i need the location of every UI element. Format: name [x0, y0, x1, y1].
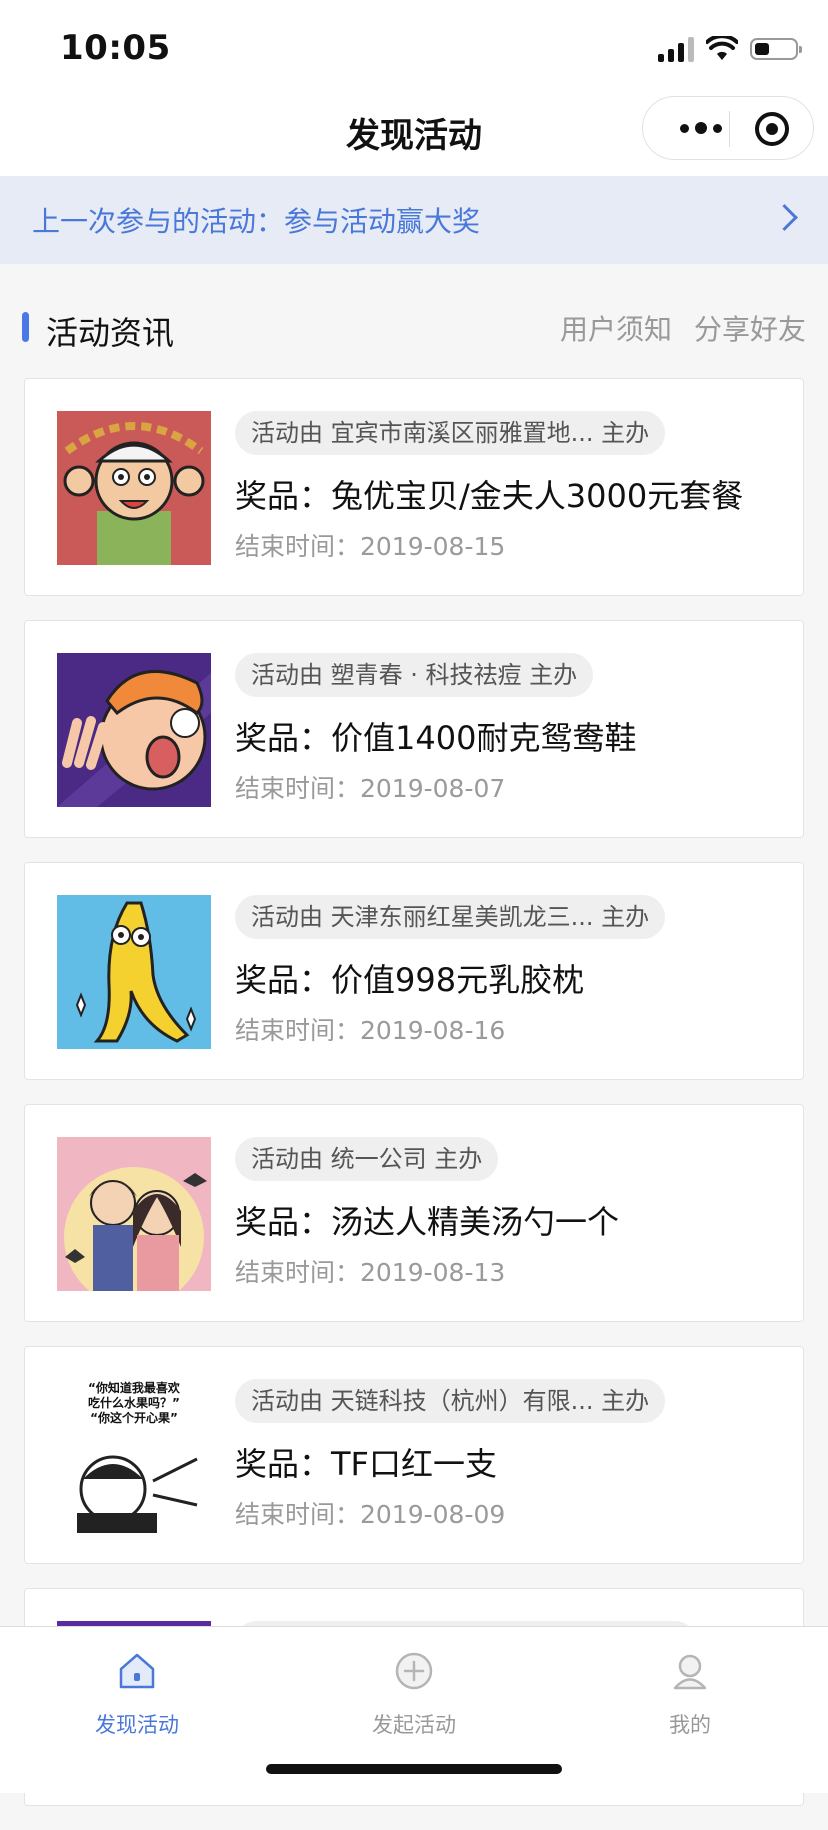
miniprogram-capsule: [642, 96, 814, 160]
activity-thumbnail: [57, 653, 211, 807]
activity-prize: 奖品：TF口红一支: [235, 1445, 497, 1483]
home-icon: [119, 1653, 155, 1689]
activity-thumbnail: “你知道我最喜欢 吃什么水果吗？” “你这个开心果”: [57, 1379, 211, 1533]
activity-card[interactable]: “你知道我最喜欢 吃什么水果吗？” “你这个开心果” 活动由 天链科技（杭州）有…: [24, 1346, 804, 1564]
activity-card[interactable]: 活动由 天津东丽红星美凯龙三... 主办 奖品：价值998元乳胶枕 结束时间：2…: [24, 862, 804, 1080]
last-activity-text: 上一次参与的活动：参与活动赢大奖: [32, 205, 481, 238]
tab-create[interactable]: 发起活动: [314, 1637, 514, 1747]
activity-host: 活动由 天链科技（杭州）有限... 主办: [235, 1379, 666, 1423]
activity-end-time: 结束时间：2019-08-16: [235, 1016, 506, 1045]
status-bar: 10:05: [0, 0, 828, 94]
activity-end-time: 结束时间：2019-08-09: [235, 1500, 506, 1529]
activity-prize: 奖品：价值998元乳胶枕: [235, 961, 585, 999]
activity-host: 活动由 塑青春 · 科技祛痘 主办: [235, 653, 594, 697]
home-indicator: [266, 1764, 562, 1774]
chevron-right-icon: [771, 204, 798, 231]
activity-host: 活动由 天津东丽红星美凯龙三... 主办: [235, 895, 666, 939]
tab-discover[interactable]: 发现活动: [37, 1637, 237, 1747]
share-friends-link[interactable]: 分享好友: [694, 308, 806, 348]
tab-label: 我的: [669, 1713, 711, 1737]
activity-prize: 奖品：价值1400耐克鸳鸯鞋: [235, 719, 637, 757]
cellular-signal-icon: [658, 36, 694, 62]
battery-icon: [750, 38, 802, 60]
thumbnail-caption-line: “你知道我最喜欢: [88, 1381, 180, 1395]
section-header: 活动资讯 用户须知 分享好友: [0, 300, 828, 354]
close-target-icon[interactable]: [755, 112, 789, 146]
activity-list: 活动由 宜宾市南溪区丽雅置地... 主办 奖品：兔优宝贝/金夫人3000元套餐 …: [24, 378, 804, 1830]
activity-end-time: 结束时间：2019-08-13: [235, 1258, 506, 1287]
activity-host: 活动由 宜宾市南溪区丽雅置地... 主办: [235, 411, 666, 455]
thumbnail-caption-line: 吃什么水果吗？”: [88, 1396, 180, 1410]
user-icon: [673, 1654, 707, 1690]
user-notice-link[interactable]: 用户须知: [560, 308, 672, 348]
tab-label: 发起活动: [372, 1713, 456, 1737]
activity-card[interactable]: 活动由 宜宾市南溪区丽雅置地... 主办 奖品：兔优宝贝/金夫人3000元套餐 …: [24, 378, 804, 596]
last-activity-banner[interactable]: 上一次参与的活动：参与活动赢大奖: [0, 176, 828, 264]
activity-card[interactable]: 活动由 统一公司 主办 奖品：汤达人精美汤勺一个 结束时间：2019-08-13: [24, 1104, 804, 1322]
activity-prize: 奖品：兔优宝贝/金夫人3000元套餐: [235, 477, 744, 515]
status-time: 10:05: [60, 28, 171, 68]
more-icon[interactable]: [671, 97, 731, 159]
wifi-icon: [706, 36, 738, 60]
activity-thumbnail: [57, 895, 211, 1049]
activity-prize: 奖品：汤达人精美汤勺一个: [235, 1203, 620, 1241]
thumbnail-caption-line: “你这个开心果”: [90, 1411, 178, 1425]
activity-thumbnail: [57, 1137, 211, 1291]
tab-mine[interactable]: 我的: [590, 1637, 790, 1747]
capsule-divider: [729, 111, 730, 147]
activity-thumbnail: [57, 411, 211, 565]
activity-card[interactable]: 活动由 塑青春 · 科技祛痘 主办 奖品：价值1400耐克鸳鸯鞋 结束时间：20…: [24, 620, 804, 838]
tab-label: 发现活动: [95, 1713, 179, 1737]
activity-end-time: 结束时间：2019-08-07: [235, 774, 506, 803]
status-icons: [658, 34, 802, 64]
plus-circle-icon: [395, 1652, 433, 1690]
section-accent-bar: [22, 312, 29, 342]
navigation-bar: 发现活动: [0, 94, 828, 176]
activity-end-time: 结束时间：2019-08-15: [235, 532, 506, 561]
section-title: 活动资讯: [46, 314, 175, 352]
activity-host: 活动由 统一公司 主办: [235, 1137, 499, 1181]
